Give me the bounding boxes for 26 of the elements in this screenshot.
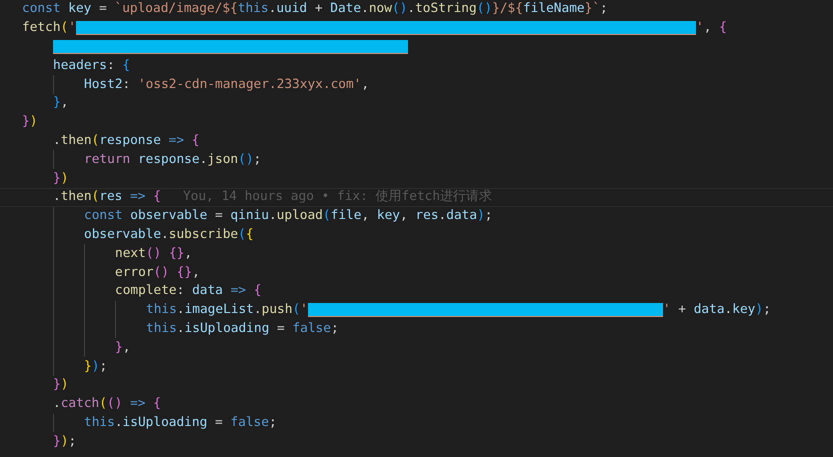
code-text: }) — [53, 170, 68, 187]
code-text: next() {}, — [115, 246, 192, 262]
code-text: this.isUploading = false; — [146, 320, 339, 337]
code-text: }, — [115, 340, 130, 356]
code-text: const observable = qiniu.upload(file, key, res.data); — [84, 208, 493, 224]
code-text: Host2: 'oss2-cdn-manager.233xyx.com', — [84, 76, 370, 93]
code-text: error() {}, — [115, 264, 200, 281]
code-text: }); — [53, 434, 76, 450]
code-text: ' + data.key); — [662, 302, 771, 318]
code-text: observable.subscribe({ — [84, 226, 254, 243]
code-text: }, — [53, 95, 68, 112]
code-text: headers: { — [53, 58, 130, 74]
code-text: .catch(() => { — [53, 396, 161, 412]
code-text: }) — [53, 377, 68, 394]
code-text: .then(res => { — [53, 189, 161, 206]
code-text: this.isUploading = false; — [84, 414, 277, 431]
code-text: }); — [84, 358, 108, 375]
code-text: this.imageList.push(' — [146, 302, 308, 318]
code-text: }) — [22, 114, 38, 130]
code-text: complete: data => { — [115, 283, 262, 300]
code-text: fetch(' — [22, 20, 76, 36]
code-text: return response.json(); — [84, 152, 262, 168]
code-text: const key = `upload/image/${this.uuid + Date.now().toString()}/${fileName}`; — [22, 1, 608, 18]
code-text: .then(response => { — [53, 132, 200, 149]
git-blame-annotation: You, 14 hours ago • fix: 使用fetch进行请求 — [182, 189, 492, 206]
code-text: ', { — [696, 20, 727, 36]
